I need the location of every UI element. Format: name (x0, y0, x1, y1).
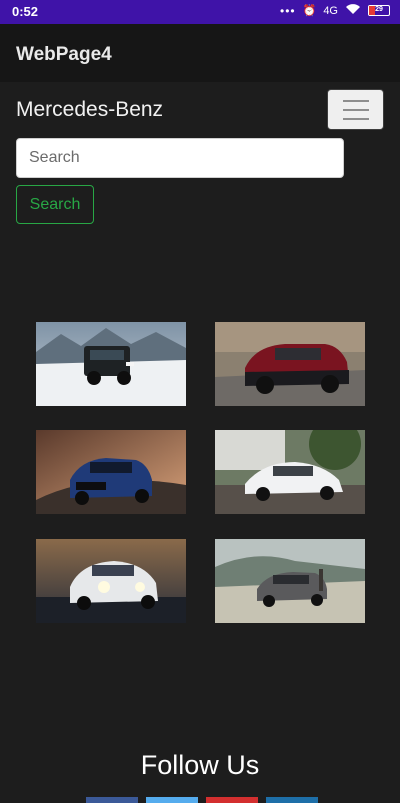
car-image-eqc-coast[interactable] (215, 539, 365, 623)
status-icons: ••• ⏰ 4G 29 (280, 3, 390, 18)
youtube-icon[interactable] (206, 797, 258, 803)
car-image-glc-headlights[interactable] (36, 539, 186, 623)
network-label: 4G (323, 4, 338, 17)
social-links (86, 797, 318, 803)
app-bar: WebPage4 (0, 24, 400, 82)
facebook-icon[interactable] (86, 797, 138, 803)
alarm-icon: ⏰ (302, 5, 317, 17)
status-bar: 0:52 ••• ⏰ 4G 29 (0, 0, 400, 24)
wifi-icon (345, 3, 361, 18)
notification-dots-icon: ••• (280, 3, 296, 18)
car-image-a-class-sedan[interactable] (215, 430, 365, 514)
search-input[interactable] (16, 138, 344, 178)
app-title: WebPage4 (16, 44, 112, 65)
car-image-g-class[interactable] (36, 322, 186, 406)
linkedin-icon[interactable] (266, 797, 318, 803)
battery-level: 29 (375, 6, 383, 13)
car-image-maybach-gls[interactable] (215, 322, 365, 406)
status-time: 0:52 (12, 4, 39, 19)
navbar-toggler-button[interactable] (327, 89, 384, 130)
twitter-icon[interactable] (146, 797, 198, 803)
navbar-brand[interactable]: Mercedes-Benz (16, 98, 163, 122)
follow-us-heading: Follow Us (140, 750, 260, 780)
car-image-gle-blue[interactable] (36, 430, 186, 514)
battery-icon: 29 (368, 5, 390, 16)
search-button[interactable]: Search (16, 185, 94, 224)
